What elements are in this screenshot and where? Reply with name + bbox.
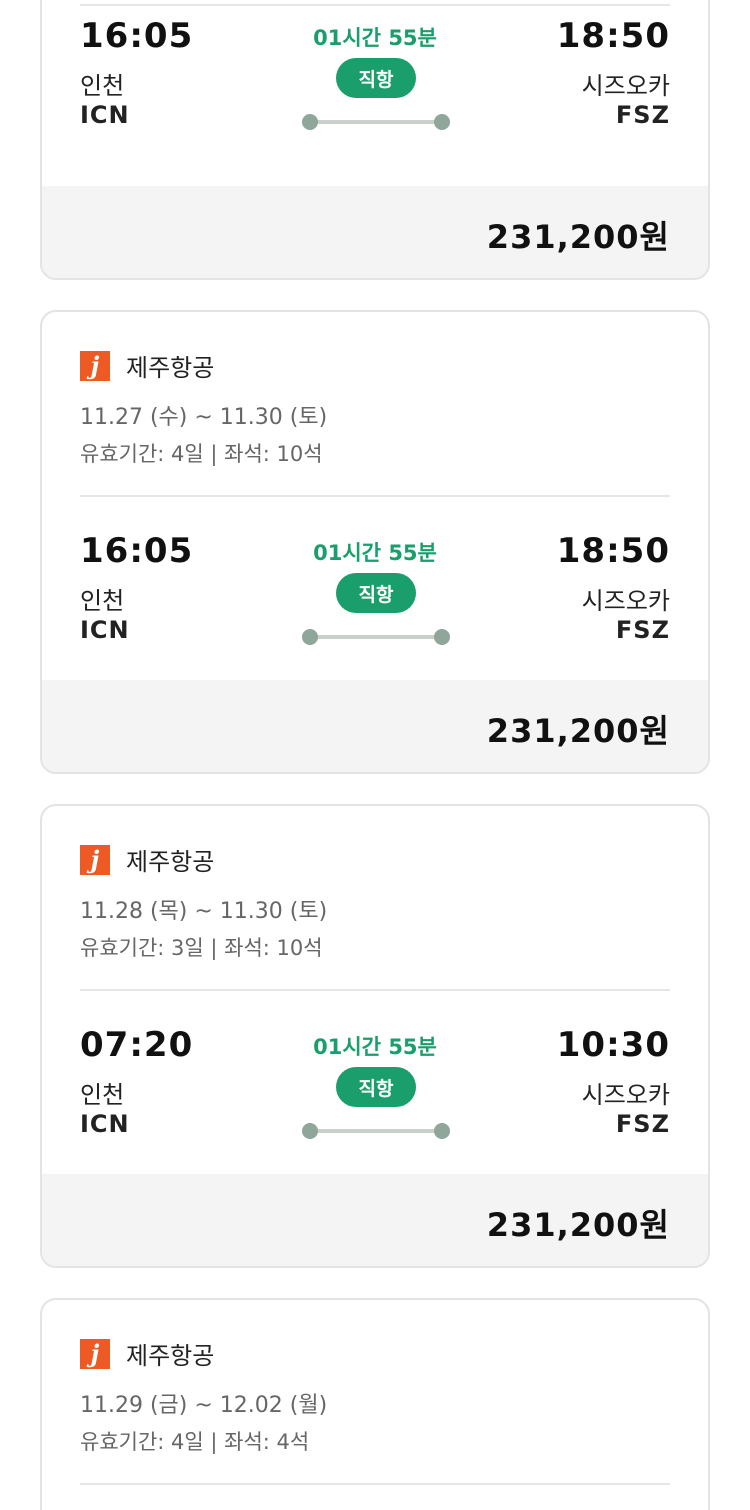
flight-card[interactable]: j 제주항공 11.27 (수) ~ 11.30 (토) 유효기간: 4일 | …	[40, 310, 710, 774]
direct-flight-badge: 직항	[336, 573, 416, 613]
departure-city: 인천	[80, 587, 125, 615]
departure-code: ICN	[80, 1110, 130, 1138]
travel-dates: 11.29 (금) ~ 12.02 (월)	[80, 1393, 328, 1418]
route-start-dot	[302, 114, 318, 130]
validity-seats: 유효기간: 4일 | 좌석: 4석	[80, 1430, 310, 1454]
route-bar	[310, 120, 442, 124]
departure-city: 인천	[80, 72, 125, 100]
card-header: j 제주항공 11.29 (금) ~ 12.02 (월) 유효기간: 4일 | …	[42, 1300, 708, 1485]
arrival-city: 시즈오카	[581, 587, 670, 615]
arrival-city: 시즈오카	[581, 1081, 670, 1109]
route-line	[302, 1123, 450, 1139]
price: 231,200원	[486, 1206, 670, 1244]
route-start-dot	[302, 629, 318, 645]
direct-flight-badge: 직항	[336, 1067, 416, 1107]
airline-name: 제주항공	[126, 848, 215, 876]
flight-info: 16:05 인천 ICN 01시간 55분 직항 18:50 시즈오카 FSZ	[42, 497, 708, 680]
airline-row: j 제주항공	[80, 842, 214, 877]
airline-row: j 제주항공	[80, 1336, 214, 1371]
arrival-code: FSZ	[615, 616, 670, 644]
divider	[80, 1483, 670, 1485]
route-end-dot	[434, 1123, 450, 1139]
arrival-city: 시즈오카	[581, 72, 670, 100]
travel-dates: 11.28 (목) ~ 11.30 (토)	[80, 899, 328, 924]
route-line	[302, 629, 450, 645]
arrival-time: 18:50	[556, 16, 670, 56]
jeju-air-logo-icon: j	[80, 350, 110, 381]
jeju-air-logo-icon: j	[80, 1338, 110, 1369]
route-end-dot	[434, 629, 450, 645]
price: 231,200원	[486, 712, 670, 750]
arrival-code: FSZ	[615, 1110, 670, 1138]
flight-card[interactable]: 16:05 인천 ICN 01시간 55분 직항 18:50 시즈오카 FSZ …	[40, 0, 710, 280]
price-bar: 231,200원	[42, 1174, 708, 1266]
flight-info: 07:20 인천 ICN 01시간 55분 직항 10:30 시즈오카 FSZ	[42, 991, 708, 1174]
card-header: j 제주항공 11.28 (목) ~ 11.30 (토) 유효기간: 3일 | …	[42, 806, 708, 991]
direct-flight-badge: 직항	[336, 58, 416, 98]
route-line	[302, 114, 450, 130]
flight-card[interactable]: j 제주항공 11.29 (금) ~ 12.02 (월) 유효기간: 4일 | …	[40, 1298, 710, 1510]
arrival-time: 18:50	[556, 531, 670, 571]
price: 231,200원	[486, 218, 670, 256]
arrival-code: FSZ	[615, 101, 670, 129]
validity-seats: 유효기간: 4일 | 좌석: 10석	[80, 442, 323, 466]
flight-card[interactable]: j 제주항공 11.28 (목) ~ 11.30 (토) 유효기간: 3일 | …	[40, 804, 710, 1268]
route-bar	[310, 1129, 442, 1133]
departure-code: ICN	[80, 101, 130, 129]
travel-dates: 11.27 (수) ~ 11.30 (토)	[80, 405, 328, 430]
jeju-air-logo-icon: j	[80, 844, 110, 875]
airline-name: 제주항공	[126, 1342, 215, 1370]
arrival-time: 10:30	[556, 1025, 670, 1065]
card-header: j 제주항공 11.27 (수) ~ 11.30 (토) 유효기간: 4일 | …	[42, 312, 708, 497]
route-start-dot	[302, 1123, 318, 1139]
departure-code: ICN	[80, 616, 130, 644]
route-bar	[310, 635, 442, 639]
departure-city: 인천	[80, 1081, 125, 1109]
flight-info: 16:05 인천 ICN 01시간 55분 직항 18:50 시즈오카 FSZ	[42, 0, 708, 165]
price-bar: 231,200원	[42, 680, 708, 772]
route-end-dot	[434, 114, 450, 130]
airline-row: j 제주항공	[80, 348, 214, 383]
airline-name: 제주항공	[126, 354, 215, 382]
price-bar: 231,200원	[42, 186, 708, 278]
validity-seats: 유효기간: 3일 | 좌석: 10석	[80, 936, 323, 960]
